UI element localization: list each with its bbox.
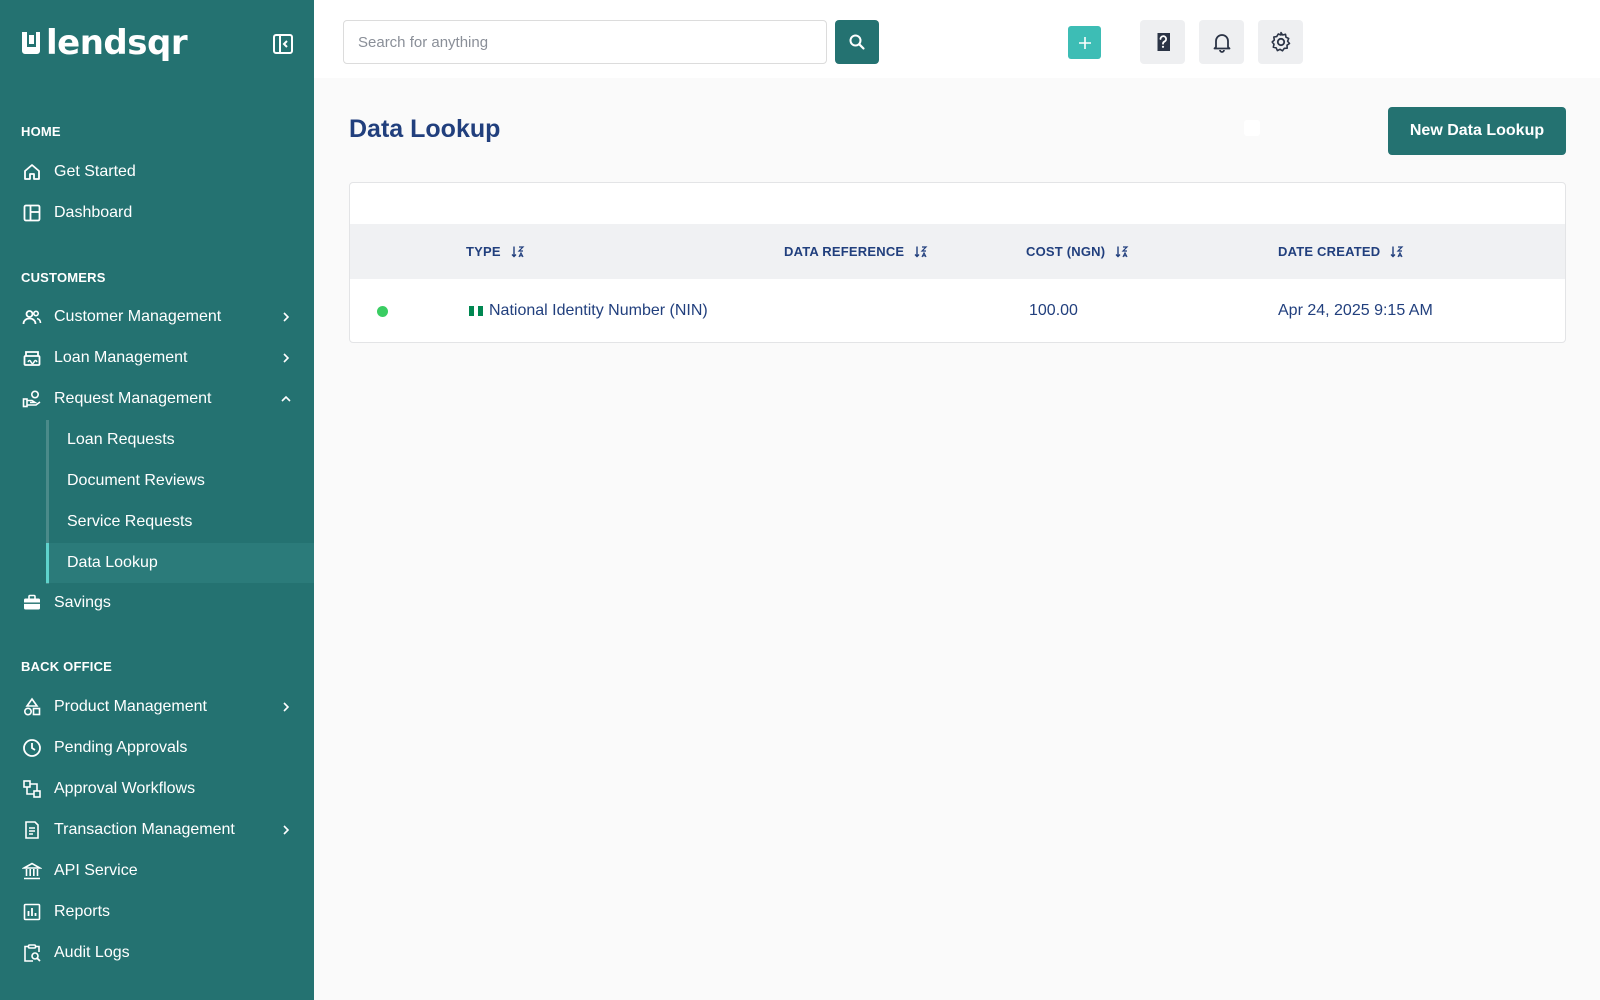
new-data-lookup-button[interactable]: New Data Lookup — [1388, 107, 1566, 155]
sidebar-subitem-loan-requests[interactable]: Loan Requests — [46, 420, 314, 460]
workflow-icon — [22, 779, 42, 799]
chevron-right-icon — [279, 310, 293, 324]
sidebar-item-product-management[interactable]: Product Management — [0, 687, 314, 727]
sidebar-item-loan-management[interactable]: Loan Management — [0, 338, 314, 378]
sidebar-item-savings[interactable]: Savings — [0, 583, 314, 623]
page-title: Data Lookup — [349, 115, 501, 143]
clipboard-search-icon — [22, 943, 42, 963]
column-header-date-created[interactable]: DATE CREATED — [1278, 224, 1404, 279]
sidebar-item-transaction-management[interactable]: Transaction Management — [0, 810, 314, 850]
sort-icon — [1115, 245, 1129, 259]
receipt-icon — [22, 820, 42, 840]
data-lookup-table: TYPE DATA REFERENCE COST (NGN) DATE CREA… — [349, 182, 1566, 343]
placeholder-square — [1244, 120, 1260, 136]
help-button[interactable] — [1140, 20, 1185, 64]
sidebar-item-api-service[interactable]: API Service — [0, 851, 314, 891]
home-icon — [22, 162, 42, 182]
column-header-type[interactable]: TYPE — [466, 224, 525, 279]
lendsqr-logo-icon — [20, 30, 42, 56]
sidebar-subitem-document-reviews[interactable]: Document Reviews — [46, 461, 314, 501]
brand-logo[interactable]: lendsqr — [20, 23, 188, 63]
sidebar-item-pending-approvals[interactable]: Pending Approvals — [0, 728, 314, 768]
sidebar-item-get-started[interactable]: Get Started — [0, 152, 314, 192]
briefcase-icon — [22, 593, 42, 613]
plus-icon — [1078, 36, 1091, 49]
section-title-customers: CUSTOMERS — [21, 270, 106, 285]
settings-button[interactable] — [1258, 20, 1303, 64]
sidebar-item-dashboard[interactable]: Dashboard — [0, 193, 314, 233]
top-bar — [314, 0, 1600, 78]
sidebar-subitem-service-requests[interactable]: Service Requests — [46, 502, 314, 542]
cell-date-created: Apr 24, 2025 9:15 AM — [1278, 301, 1433, 319]
search-icon — [849, 34, 865, 50]
sort-icon — [914, 245, 928, 259]
chart-icon — [22, 902, 42, 922]
bell-icon — [1213, 34, 1230, 53]
hand-money-icon — [22, 389, 42, 409]
sidebar-subitem-data-lookup[interactable]: Data Lookup — [46, 543, 314, 583]
search-input[interactable] — [343, 20, 827, 64]
collapse-sidebar-button[interactable] — [271, 32, 295, 56]
sidebar-item-reports[interactable]: Reports — [0, 892, 314, 932]
section-title-back-office: BACK OFFICE — [21, 659, 113, 674]
chevron-right-icon — [279, 700, 293, 714]
shapes-icon — [22, 697, 42, 717]
sidebar: lendsqr HOME Get Started Dashboard CUSTO… — [0, 0, 314, 1000]
search-button[interactable] — [835, 20, 879, 64]
dashboard-icon — [22, 203, 42, 223]
sidebar-item-audit-logs[interactable]: Audit Logs — [0, 933, 314, 973]
section-title-home: HOME — [21, 124, 61, 139]
help-book-icon — [1154, 33, 1170, 51]
sidebar-collapse-icon — [273, 34, 293, 54]
add-button[interactable] — [1068, 26, 1101, 59]
status-indicator — [377, 306, 388, 317]
sort-icon — [1390, 245, 1404, 259]
brand-name: lendsqr — [46, 23, 188, 63]
cell-cost: 100.00 — [1029, 301, 1078, 319]
sidebar-item-approval-workflows[interactable]: Approval Workflows — [0, 769, 314, 809]
cell-type: National Identity Number (NIN) — [469, 279, 708, 342]
sidebar-item-customer-management[interactable]: Customer Management — [0, 297, 314, 337]
table-header: TYPE DATA REFERENCE COST (NGN) DATE CREA… — [350, 224, 1565, 279]
clock-icon — [22, 738, 42, 758]
column-header-data-reference[interactable]: DATA REFERENCE — [784, 224, 928, 279]
sidebar-item-request-management[interactable]: Request Management — [0, 379, 314, 419]
chevron-right-icon — [279, 823, 293, 837]
notifications-button[interactable] — [1199, 20, 1244, 64]
bank-icon — [22, 348, 42, 368]
chevron-right-icon — [279, 351, 293, 365]
sort-icon — [511, 245, 525, 259]
table-row[interactable]: National Identity Number (NIN) 100.00 Ap… — [350, 279, 1565, 342]
users-icon — [22, 307, 42, 327]
gear-icon — [1270, 31, 1290, 52]
nigeria-flag-icon — [469, 305, 484, 316]
column-header-cost[interactable]: COST (NGN) — [1026, 224, 1129, 279]
chevron-up-icon — [279, 392, 293, 406]
institution-icon — [22, 861, 42, 881]
